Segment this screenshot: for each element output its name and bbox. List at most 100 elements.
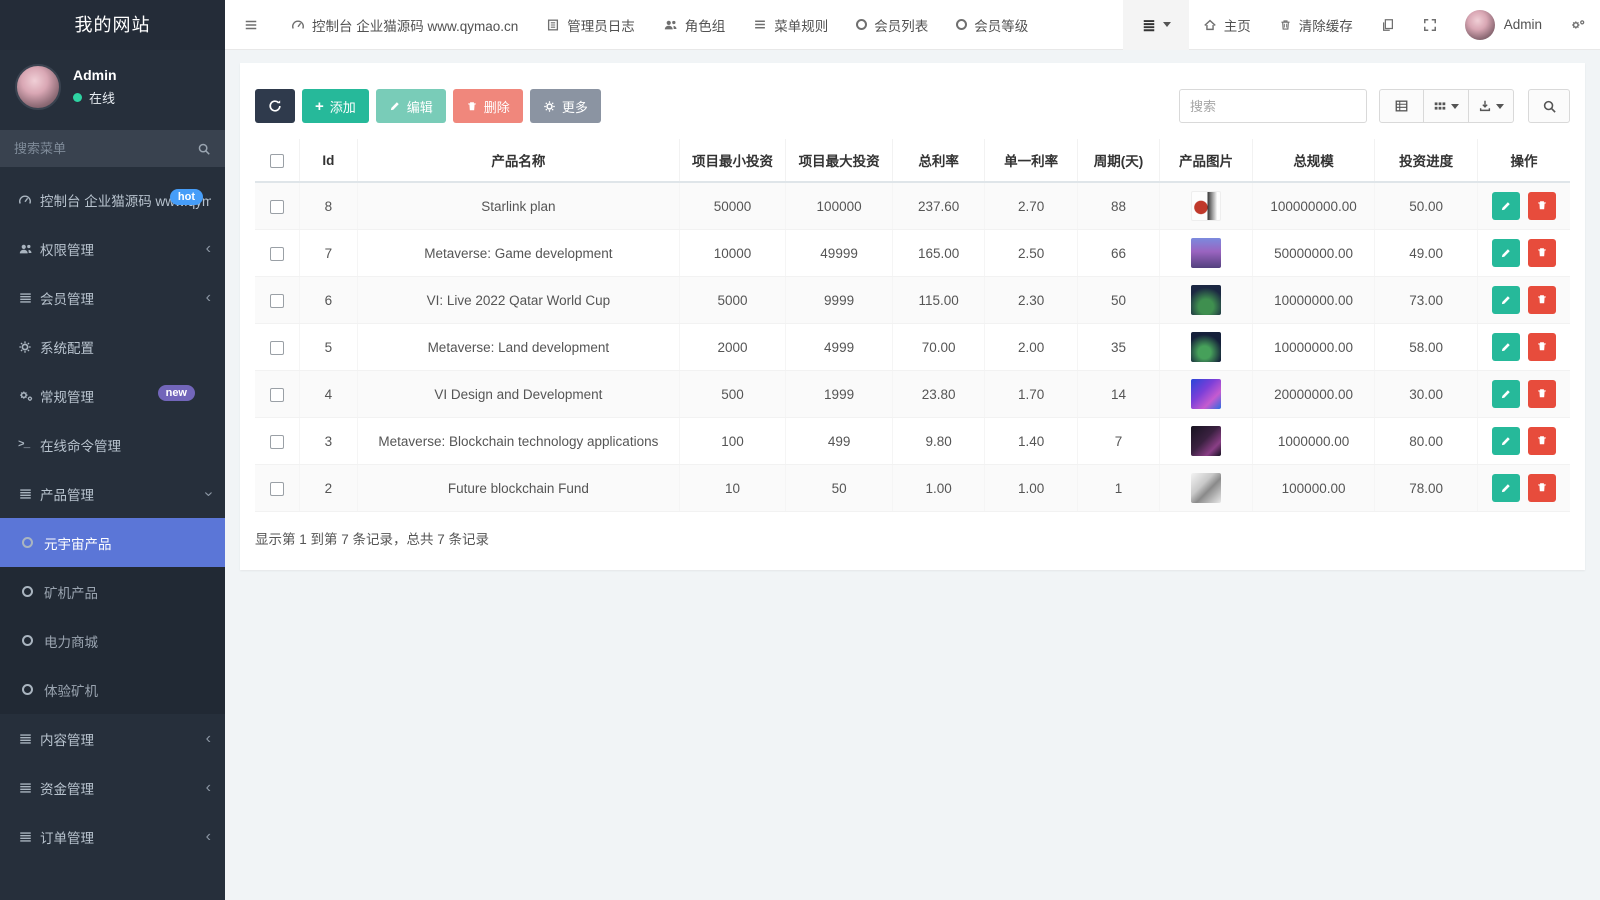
row-checkbox[interactable] <box>270 294 284 308</box>
sidebar-item-permissions[interactable]: 权限管理 ‹ <box>0 224 225 273</box>
edit-button[interactable]: 编辑 <box>376 89 446 123</box>
table-row[interactable]: 3 Metaverse: Blockchain technology appli… <box>255 418 1570 465</box>
col-id[interactable]: Id <box>299 139 357 182</box>
row-delete-button[interactable] <box>1528 286 1556 314</box>
sidebar-item-content[interactable]: 内容管理 ‹ <box>0 714 225 763</box>
col-actions: 操作 <box>1477 139 1570 182</box>
sidebar-item-power-mall[interactable]: 电力商城 <box>0 616 225 665</box>
row-edit-button[interactable] <box>1492 474 1520 502</box>
table-search-input[interactable] <box>1179 89 1367 123</box>
clear-cache-button[interactable]: 清除缓存 <box>1265 0 1367 50</box>
toolbar: + 添加 编辑 删除 更多 <box>255 89 1570 123</box>
fullscreen-button[interactable] <box>1409 0 1451 50</box>
table-row[interactable]: 8 Starlink plan 50000 100000 237.60 2.70… <box>255 182 1570 230</box>
user-status: 在线 <box>89 88 115 107</box>
row-checkbox[interactable] <box>270 200 284 214</box>
columns-button[interactable] <box>1424 89 1469 123</box>
col-total-rate[interactable]: 总利率 <box>892 139 984 182</box>
advanced-search-button[interactable] <box>1528 89 1570 123</box>
row-delete-button[interactable] <box>1528 192 1556 220</box>
select-all-checkbox[interactable] <box>270 154 284 168</box>
gear-icon <box>18 340 40 354</box>
home-icon <box>1203 18 1217 32</box>
sidebar-toggle-button[interactable] <box>225 0 277 50</box>
table-row[interactable]: 7 Metaverse: Game development 10000 4999… <box>255 230 1570 277</box>
product-image[interactable] <box>1191 238 1221 268</box>
sidebar-item-online-command[interactable]: >_ 在线命令管理 <box>0 420 225 469</box>
sidebar-item-metaverse-products[interactable]: 元宇宙产品 <box>0 518 225 567</box>
table-row[interactable]: 5 Metaverse: Land development 2000 4999 … <box>255 324 1570 371</box>
sidebar-item-miner-products[interactable]: 矿机产品 <box>0 567 225 616</box>
product-image[interactable] <box>1191 379 1221 409</box>
admin-app: 我的网站 Admin 在线 控制台 企业猫源码 www.qymao.cn hot <box>0 0 1600 900</box>
product-image[interactable] <box>1191 191 1221 221</box>
sidebar-item-dashboard[interactable]: 控制台 企业猫源码 www.qymao.cn hot <box>0 175 225 224</box>
row-checkbox[interactable] <box>270 482 284 496</box>
tabs-dropdown-button[interactable] <box>1123 0 1189 50</box>
delete-button[interactable]: 删除 <box>453 89 523 123</box>
sidebar-item-orders[interactable]: 订单管理 ‹ <box>0 812 225 861</box>
row-checkbox[interactable] <box>270 341 284 355</box>
col-cycle[interactable]: 周期(天) <box>1077 139 1159 182</box>
sidebar-item-products[interactable]: 产品管理 ‹ <box>0 469 225 518</box>
col-progress[interactable]: 投资进度 <box>1375 139 1478 182</box>
table-row[interactable]: 4 VI Design and Development 500 1999 23.… <box>255 371 1570 418</box>
tab-role-group[interactable]: 角色组 <box>649 0 740 50</box>
row-edit-button[interactable] <box>1492 192 1520 220</box>
row-edit-button[interactable] <box>1492 380 1520 408</box>
toggle-view-button[interactable] <box>1379 89 1424 123</box>
dashboard-icon <box>18 193 40 207</box>
sidebar-menu: 控制台 企业猫源码 www.qymao.cn hot 权限管理 ‹ 会员管理 ‹… <box>0 175 225 900</box>
sidebar-item-general[interactable]: 常规管理 new <box>0 371 225 420</box>
product-image[interactable] <box>1191 285 1221 315</box>
row-edit-button[interactable] <box>1492 286 1520 314</box>
product-image[interactable] <box>1191 426 1221 456</box>
tab-member-level[interactable]: 会员等级 <box>942 0 1042 50</box>
row-edit-button[interactable] <box>1492 427 1520 455</box>
sidebar-item-members[interactable]: 会员管理 ‹ <box>0 273 225 322</box>
search-icon <box>1542 99 1557 114</box>
row-delete-button[interactable] <box>1528 239 1556 267</box>
user-panel: Admin 在线 <box>0 50 225 120</box>
sidebar-item-funds[interactable]: 资金管理 ‹ <box>0 763 225 812</box>
row-delete-button[interactable] <box>1528 474 1556 502</box>
more-button[interactable]: 更多 <box>530 89 601 123</box>
tab-member-list[interactable]: 会员列表 <box>842 0 942 50</box>
list-icon <box>18 781 40 795</box>
product-image[interactable] <box>1191 332 1221 362</box>
settings-button[interactable] <box>1556 0 1600 50</box>
row-checkbox[interactable] <box>270 435 284 449</box>
row-edit-button[interactable] <box>1492 333 1520 361</box>
row-checkbox[interactable] <box>270 388 284 402</box>
tab-menu-rules[interactable]: 菜单规则 <box>739 0 842 50</box>
col-scale[interactable]: 总规模 <box>1252 139 1375 182</box>
sidebar-item-system-config[interactable]: 系统配置 <box>0 322 225 371</box>
add-button[interactable]: + 添加 <box>302 89 369 123</box>
pencil-icon <box>389 100 401 112</box>
col-max-invest[interactable]: 项目最大投资 <box>786 139 893 182</box>
menu-icon <box>1141 18 1157 32</box>
row-checkbox[interactable] <box>270 247 284 261</box>
chevron-left-icon: ‹ <box>206 290 211 306</box>
row-edit-button[interactable] <box>1492 239 1520 267</box>
row-delete-button[interactable] <box>1528 333 1556 361</box>
tab-admin-log[interactable]: 管理员日志 <box>532 0 649 50</box>
circle-icon <box>22 537 44 548</box>
table-row[interactable]: 2 Future blockchain Fund 10 50 1.00 1.00… <box>255 465 1570 512</box>
row-delete-button[interactable] <box>1528 427 1556 455</box>
row-delete-button[interactable] <box>1528 380 1556 408</box>
tab-dashboard[interactable]: 控制台 企业猫源码 www.qymao.cn <box>277 0 532 50</box>
table-row[interactable]: 6 VI: Live 2022 Qatar World Cup 5000 999… <box>255 277 1570 324</box>
col-name[interactable]: 产品名称 <box>358 139 680 182</box>
product-image[interactable] <box>1191 473 1221 503</box>
sidebar-item-trial-miner[interactable]: 体验矿机 <box>0 665 225 714</box>
col-min-invest[interactable]: 项目最小投资 <box>679 139 786 182</box>
avatar[interactable] <box>15 64 61 110</box>
home-button[interactable]: 主页 <box>1189 0 1265 50</box>
refresh-button[interactable] <box>255 89 295 123</box>
col-single-rate[interactable]: 单一利率 <box>985 139 1077 182</box>
menu-search-input[interactable] <box>14 141 197 156</box>
admin-menu[interactable]: Admin <box>1451 0 1556 50</box>
export-button[interactable] <box>1469 89 1514 123</box>
copy-tabs-button[interactable] <box>1367 0 1409 50</box>
